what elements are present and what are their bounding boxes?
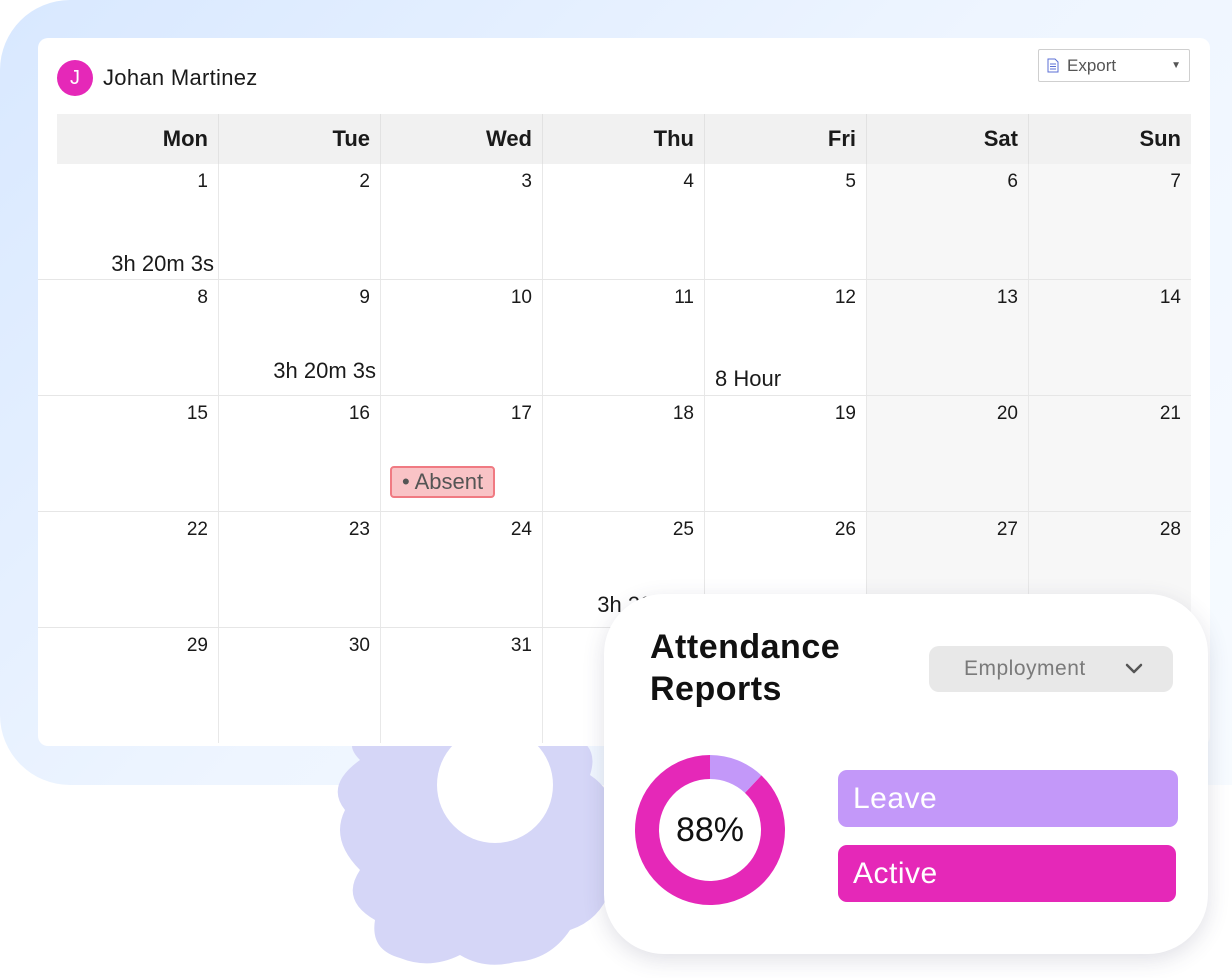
day-cell[interactable]: 31 [381,628,543,743]
day-cell[interactable]: 23 [219,512,381,627]
employment-filter-dropdown[interactable]: Employment [929,646,1173,692]
weekday-header: Mon Tue Wed Thu Fri Sat Sun [57,114,1191,164]
day-number: 27 [996,519,1018,540]
day-number: 26 [834,519,856,540]
day-cell[interactable]: 1 3h 20m 3s [57,164,219,279]
legend-leave[interactable]: Leave [838,770,1178,827]
day-cell[interactable]: 6 [867,164,1029,279]
day-number: 21 [1159,403,1181,424]
day-cell[interactable]: 16 [219,396,381,511]
day-number: 6 [1007,171,1018,192]
stage: J Johan Martinez Export ▼ Mon Tue Wed Th… [0,0,1232,978]
day-cell[interactable]: 17 • Absent [381,396,543,511]
day-cell[interactable]: 24 [381,512,543,627]
employment-filter-value: Employment [964,657,1086,680]
day-number: 22 [186,519,208,540]
day-cell[interactable]: 4 [543,164,705,279]
export-dropdown[interactable]: Export ▼ [1038,49,1190,82]
day-cell[interactable]: 9 3h 20m 3s [219,280,381,395]
user-name: Johan Martinez [103,65,258,90]
day-number: 12 [834,287,856,308]
day-number: 14 [1159,287,1181,308]
day-cell[interactable]: 30 [219,628,381,743]
day-number: 31 [510,635,532,656]
day-cell[interactable]: 7 [1029,164,1191,279]
week-row: 8 9 3h 20m 3s 10 11 12 8 Hour 13 14 [38,280,1191,396]
report-title: Attendance Reports [650,626,840,710]
worked-time[interactable]: 3h 20m 3s [111,251,214,277]
day-cell[interactable]: 8 [57,280,219,395]
day-number: 2 [359,171,370,192]
day-number: 20 [996,403,1018,424]
day-cell[interactable]: 21 [1029,396,1191,511]
weekday-wed: Wed [381,114,543,164]
day-cell[interactable]: 14 [1029,280,1191,395]
day-number: 15 [186,403,208,424]
day-number: 25 [672,519,694,540]
day-cell[interactable]: 11 [543,280,705,395]
attendance-reports-card: Attendance Reports Employment 88% Leave … [604,594,1208,954]
day-number: 17 [510,403,532,424]
week-row: 1 3h 20m 3s 2 3 4 5 6 7 [38,164,1191,280]
day-number: 30 [348,635,370,656]
day-cell[interactable]: 20 [867,396,1029,511]
day-cell[interactable]: 22 [57,512,219,627]
day-number: 8 [197,287,208,308]
worked-time[interactable]: 8 Hour [715,366,781,392]
day-number: 13 [996,287,1018,308]
day-cell[interactable]: 18 [543,396,705,511]
weekday-sat: Sat [867,114,1029,164]
day-number: 5 [845,171,856,192]
day-number: 4 [683,171,694,192]
day-number: 9 [359,287,370,308]
chevron-down-icon [1125,663,1143,675]
day-number: 7 [1170,171,1181,192]
day-cell[interactable]: 12 8 Hour [705,280,867,395]
day-cell[interactable]: 19 [705,396,867,511]
day-number: 24 [510,519,532,540]
absent-badge[interactable]: • Absent [390,466,496,498]
day-cell[interactable]: 29 [57,628,219,743]
day-number: 10 [510,287,532,308]
day-number: 16 [348,403,370,424]
attendance-percentage: 88% [675,811,745,849]
day-cell[interactable]: 13 [867,280,1029,395]
worked-time[interactable]: 3h 20m 3s [273,358,376,384]
day-cell[interactable]: 5 [705,164,867,279]
user-header: J Johan Martinez [57,60,258,96]
day-number: 23 [348,519,370,540]
legend-active[interactable]: Active [838,845,1176,902]
day-cell[interactable]: 2 [219,164,381,279]
day-number: 19 [834,403,856,424]
weekday-sun: Sun [1139,126,1181,151]
day-number: 1 [197,171,208,192]
report-title-line-2: Reports [650,670,782,708]
weekday-tue: Tue [219,114,381,164]
day-cell[interactable]: 15 [57,396,219,511]
day-number: 3 [521,171,532,192]
day-number: 11 [674,287,694,308]
day-number: 18 [672,403,694,424]
caret-down-icon: ▼ [1171,60,1181,71]
day-number: 29 [186,635,208,656]
export-label: Export [1067,55,1117,75]
day-number: 28 [1159,519,1181,540]
avatar: J [57,60,93,96]
weekday-mon: Mon [57,114,219,164]
document-icon [1047,58,1059,73]
weekday-thu: Thu [543,114,705,164]
day-cell[interactable]: 10 [381,280,543,395]
day-cell[interactable]: 3 [381,164,543,279]
weekday-fri: Fri [705,114,867,164]
week-row: 15 16 17 • Absent 18 19 20 21 [38,396,1191,512]
report-title-line-1: Attendance [650,628,841,666]
